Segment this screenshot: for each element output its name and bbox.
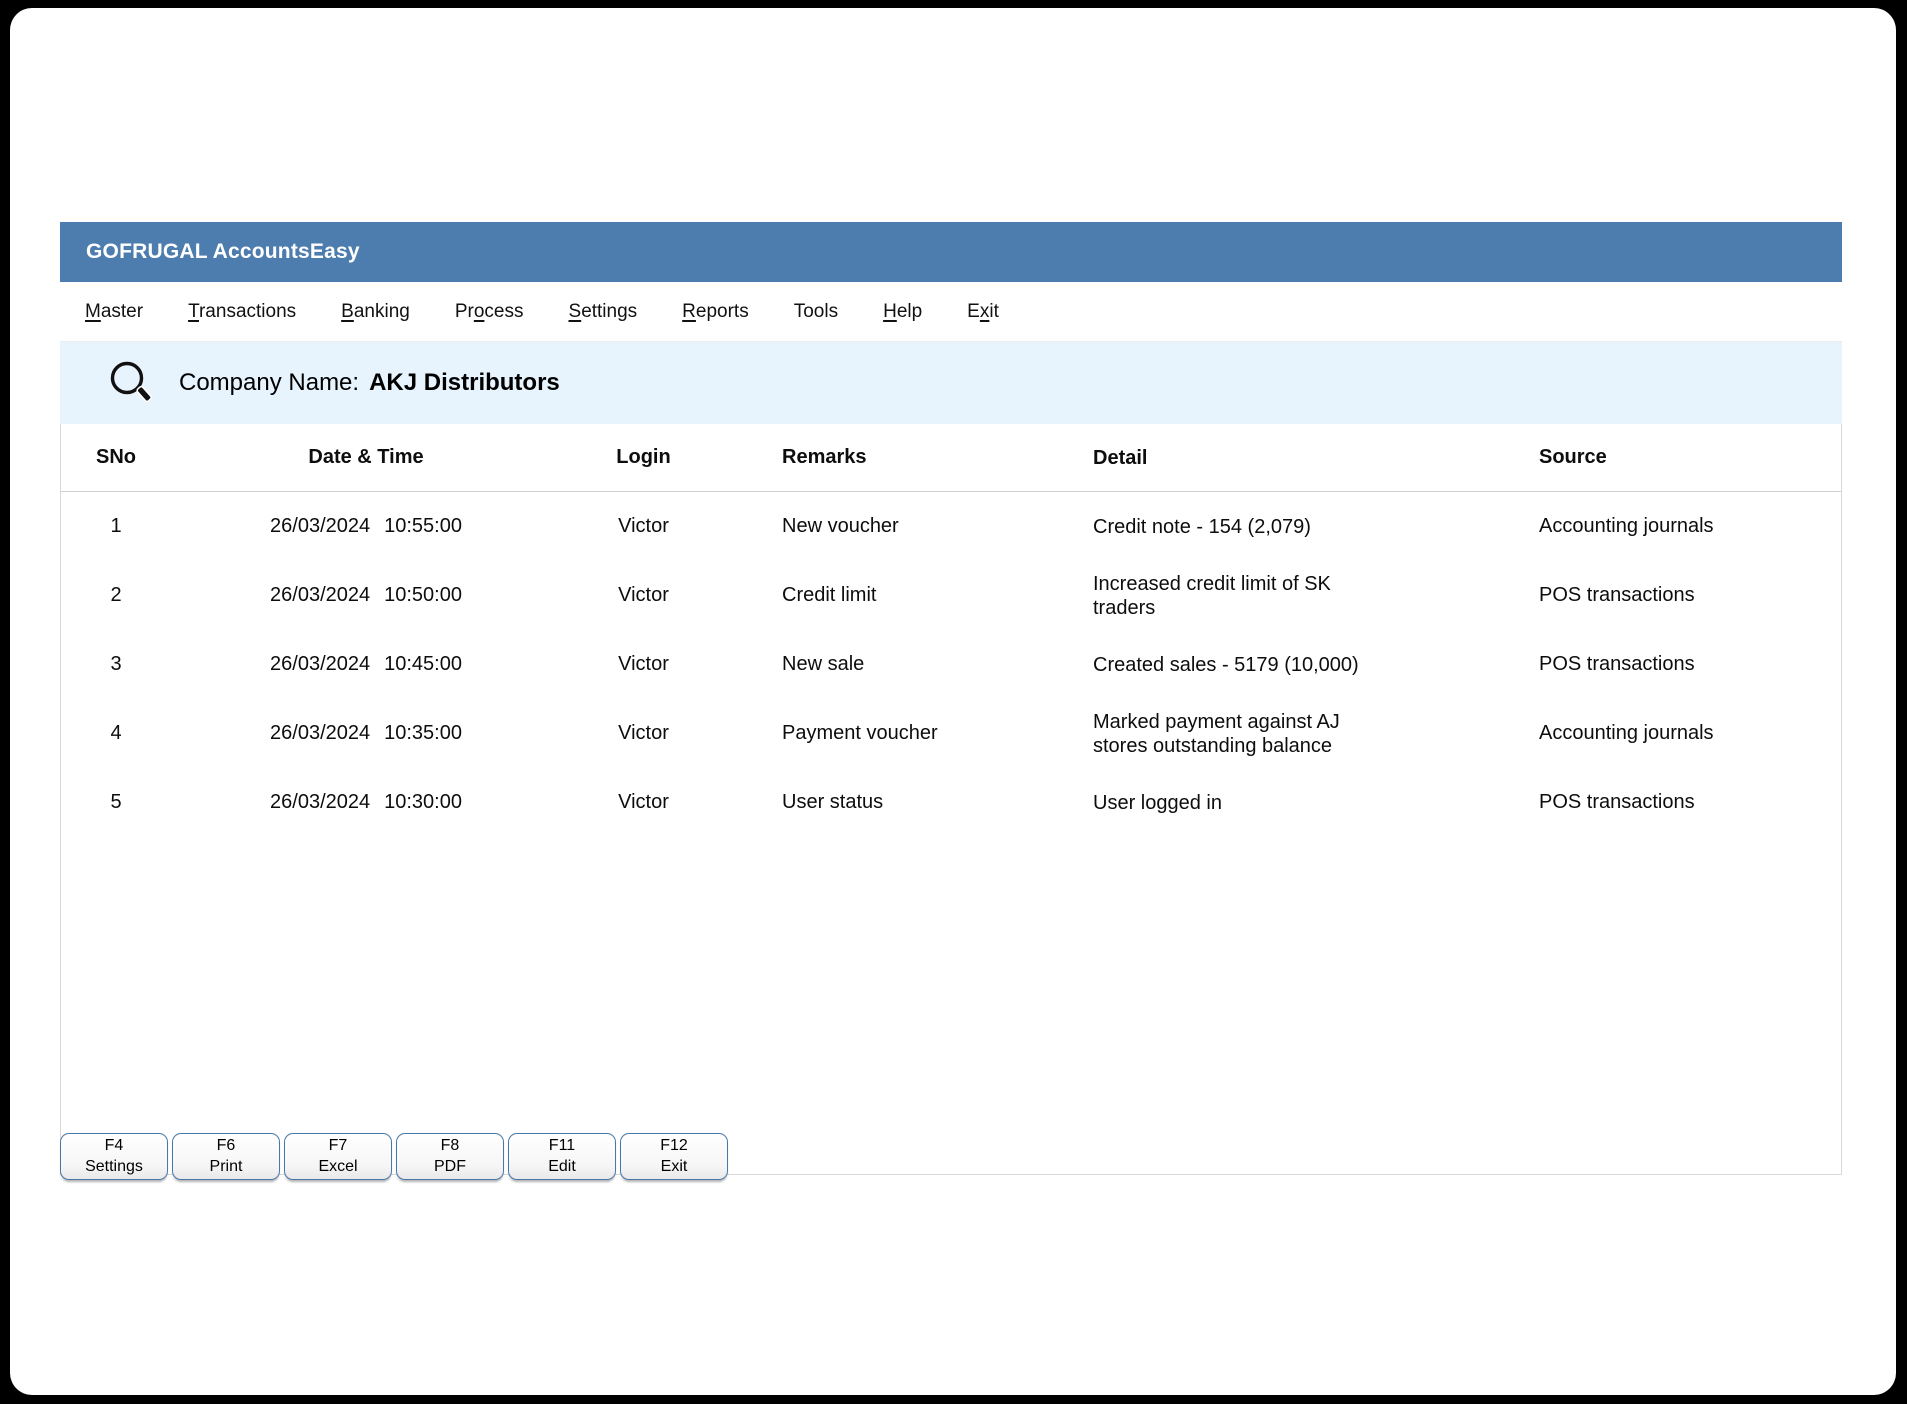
- function-key-label: F6: [173, 1136, 279, 1157]
- cell-source: POS transactions: [1531, 584, 1841, 607]
- cell-time: 10:45:00: [384, 653, 462, 676]
- table-row: 5 26/03/2024 10:30:00 Victor User status…: [61, 768, 1841, 837]
- f7-excel-button[interactable]: F7 Excel: [284, 1133, 392, 1180]
- company-name-value: AKJ Distributors: [369, 369, 560, 397]
- menu-bar: Master Transactions Banking Process Settings…: [60, 282, 1842, 342]
- f6-print-button[interactable]: F6 Print: [172, 1133, 280, 1180]
- company-name: Company Name: AKJ Distributors: [179, 369, 560, 397]
- audit-log-table: SNo Date & Time Login Remarks Detail Sou…: [60, 424, 1842, 1175]
- menu-item-transactions[interactable]: Transactions: [188, 301, 296, 323]
- menu-item-help[interactable]: Help: [883, 301, 922, 323]
- function-action-label: Exit: [621, 1157, 727, 1178]
- cell-detail: Created sales - 5179 (10,000): [1091, 653, 1531, 677]
- function-action-label: Print: [173, 1157, 279, 1178]
- cell-detail: Credit note - 154 (2,079): [1091, 515, 1531, 539]
- cell-detail: Marked payment against AJ stores outstan…: [1091, 710, 1531, 758]
- company-bar: Company Name: AKJ Distributors: [60, 342, 1842, 424]
- cell-detail: User logged in: [1091, 791, 1531, 815]
- cell-datetime: 26/03/2024 10:30:00: [171, 791, 561, 814]
- company-name-label: Company Name:: [179, 369, 359, 397]
- search-icon[interactable]: [105, 357, 157, 409]
- accountseasy-window: GOFRUGAL AccountsEasy Master Transactions…: [60, 222, 1842, 1175]
- app-window: GOFRUGAL AccountsEasy Master Transactions…: [10, 8, 1896, 1395]
- cell-login: Victor: [561, 722, 726, 745]
- header-remarks: Remarks: [726, 446, 1091, 469]
- table-body: 1 26/03/2024 10:55:00 Victor New voucher…: [61, 492, 1841, 837]
- cell-login: Victor: [561, 653, 726, 676]
- function-action-label: Edit: [509, 1157, 615, 1178]
- header-detail: Detail: [1091, 446, 1531, 470]
- table-row: 4 26/03/2024 10:35:00 Victor Payment vou…: [61, 699, 1841, 768]
- app-title: GOFRUGAL AccountsEasy: [86, 240, 360, 264]
- menu-item-settings[interactable]: Settings: [569, 301, 638, 323]
- cell-login: Victor: [561, 791, 726, 814]
- table-row: 1 26/03/2024 10:55:00 Victor New voucher…: [61, 492, 1841, 561]
- cell-date: 26/03/2024: [270, 653, 370, 676]
- cell-source: Accounting journals: [1531, 722, 1841, 745]
- header-datetime: Date & Time: [171, 446, 561, 469]
- table-header-row: SNo Date & Time Login Remarks Detail Sou…: [61, 424, 1841, 492]
- function-key-label: F8: [397, 1136, 503, 1157]
- cell-remarks: New voucher: [726, 515, 1091, 538]
- title-bar: GOFRUGAL AccountsEasy: [60, 222, 1842, 282]
- cell-remarks: Payment voucher: [726, 722, 1091, 745]
- menu-item-exit[interactable]: Exit: [967, 301, 999, 323]
- cell-sno: 1: [61, 515, 171, 538]
- function-key-bar: F4 Settings F6 Print F7 Excel F8 PDF F11…: [60, 1133, 728, 1180]
- header-sno: SNo: [61, 446, 171, 469]
- f12-exit-button[interactable]: F12 Exit: [620, 1133, 728, 1180]
- menu-item-tools[interactable]: Tools: [794, 301, 838, 323]
- f11-edit-button[interactable]: F11 Edit: [508, 1133, 616, 1180]
- menu-item-banking[interactable]: Banking: [341, 301, 410, 323]
- menu-item-reports[interactable]: Reports: [682, 301, 749, 323]
- function-key-label: F12: [621, 1136, 727, 1157]
- cell-source: POS transactions: [1531, 791, 1841, 814]
- header-login: Login: [561, 446, 726, 469]
- menu-item-master[interactable]: Master: [85, 301, 143, 323]
- cell-remarks: User status: [726, 791, 1091, 814]
- f4-settings-button[interactable]: F4 Settings: [60, 1133, 168, 1180]
- cell-sno: 2: [61, 584, 171, 607]
- cell-time: 10:35:00: [384, 722, 462, 745]
- menu-item-process[interactable]: Process: [455, 301, 524, 323]
- cell-login: Victor: [561, 515, 726, 538]
- cell-remarks: New sale: [726, 653, 1091, 676]
- cell-source: POS transactions: [1531, 653, 1841, 676]
- cell-datetime: 26/03/2024 10:35:00: [171, 722, 561, 745]
- function-action-label: Excel: [285, 1157, 391, 1178]
- cell-datetime: 26/03/2024 10:55:00: [171, 515, 561, 538]
- function-action-label: PDF: [397, 1157, 503, 1178]
- cell-sno: 4: [61, 722, 171, 745]
- cell-time: 10:55:00: [384, 515, 462, 538]
- table-row: 2 26/03/2024 10:50:00 Victor Credit limi…: [61, 561, 1841, 630]
- cell-sno: 5: [61, 791, 171, 814]
- table-row: 3 26/03/2024 10:45:00 Victor New sale Cr…: [61, 630, 1841, 699]
- cell-datetime: 26/03/2024 10:45:00: [171, 653, 561, 676]
- function-key-label: F7: [285, 1136, 391, 1157]
- cell-remarks: Credit limit: [726, 584, 1091, 607]
- cell-time: 10:30:00: [384, 791, 462, 814]
- cell-login: Victor: [561, 584, 726, 607]
- cell-sno: 3: [61, 653, 171, 676]
- cell-date: 26/03/2024: [270, 791, 370, 814]
- cell-time: 10:50:00: [384, 584, 462, 607]
- cell-date: 26/03/2024: [270, 515, 370, 538]
- header-source: Source: [1531, 446, 1841, 469]
- f8-pdf-button[interactable]: F8 PDF: [396, 1133, 504, 1180]
- cell-date: 26/03/2024: [270, 584, 370, 607]
- function-action-label: Settings: [61, 1157, 167, 1178]
- cell-detail: Increased credit limit of SK traders: [1091, 572, 1531, 620]
- cell-source: Accounting journals: [1531, 515, 1841, 538]
- cell-date: 26/03/2024: [270, 722, 370, 745]
- cell-datetime: 26/03/2024 10:50:00: [171, 584, 561, 607]
- function-key-label: F4: [61, 1136, 167, 1157]
- function-key-label: F11: [509, 1136, 615, 1157]
